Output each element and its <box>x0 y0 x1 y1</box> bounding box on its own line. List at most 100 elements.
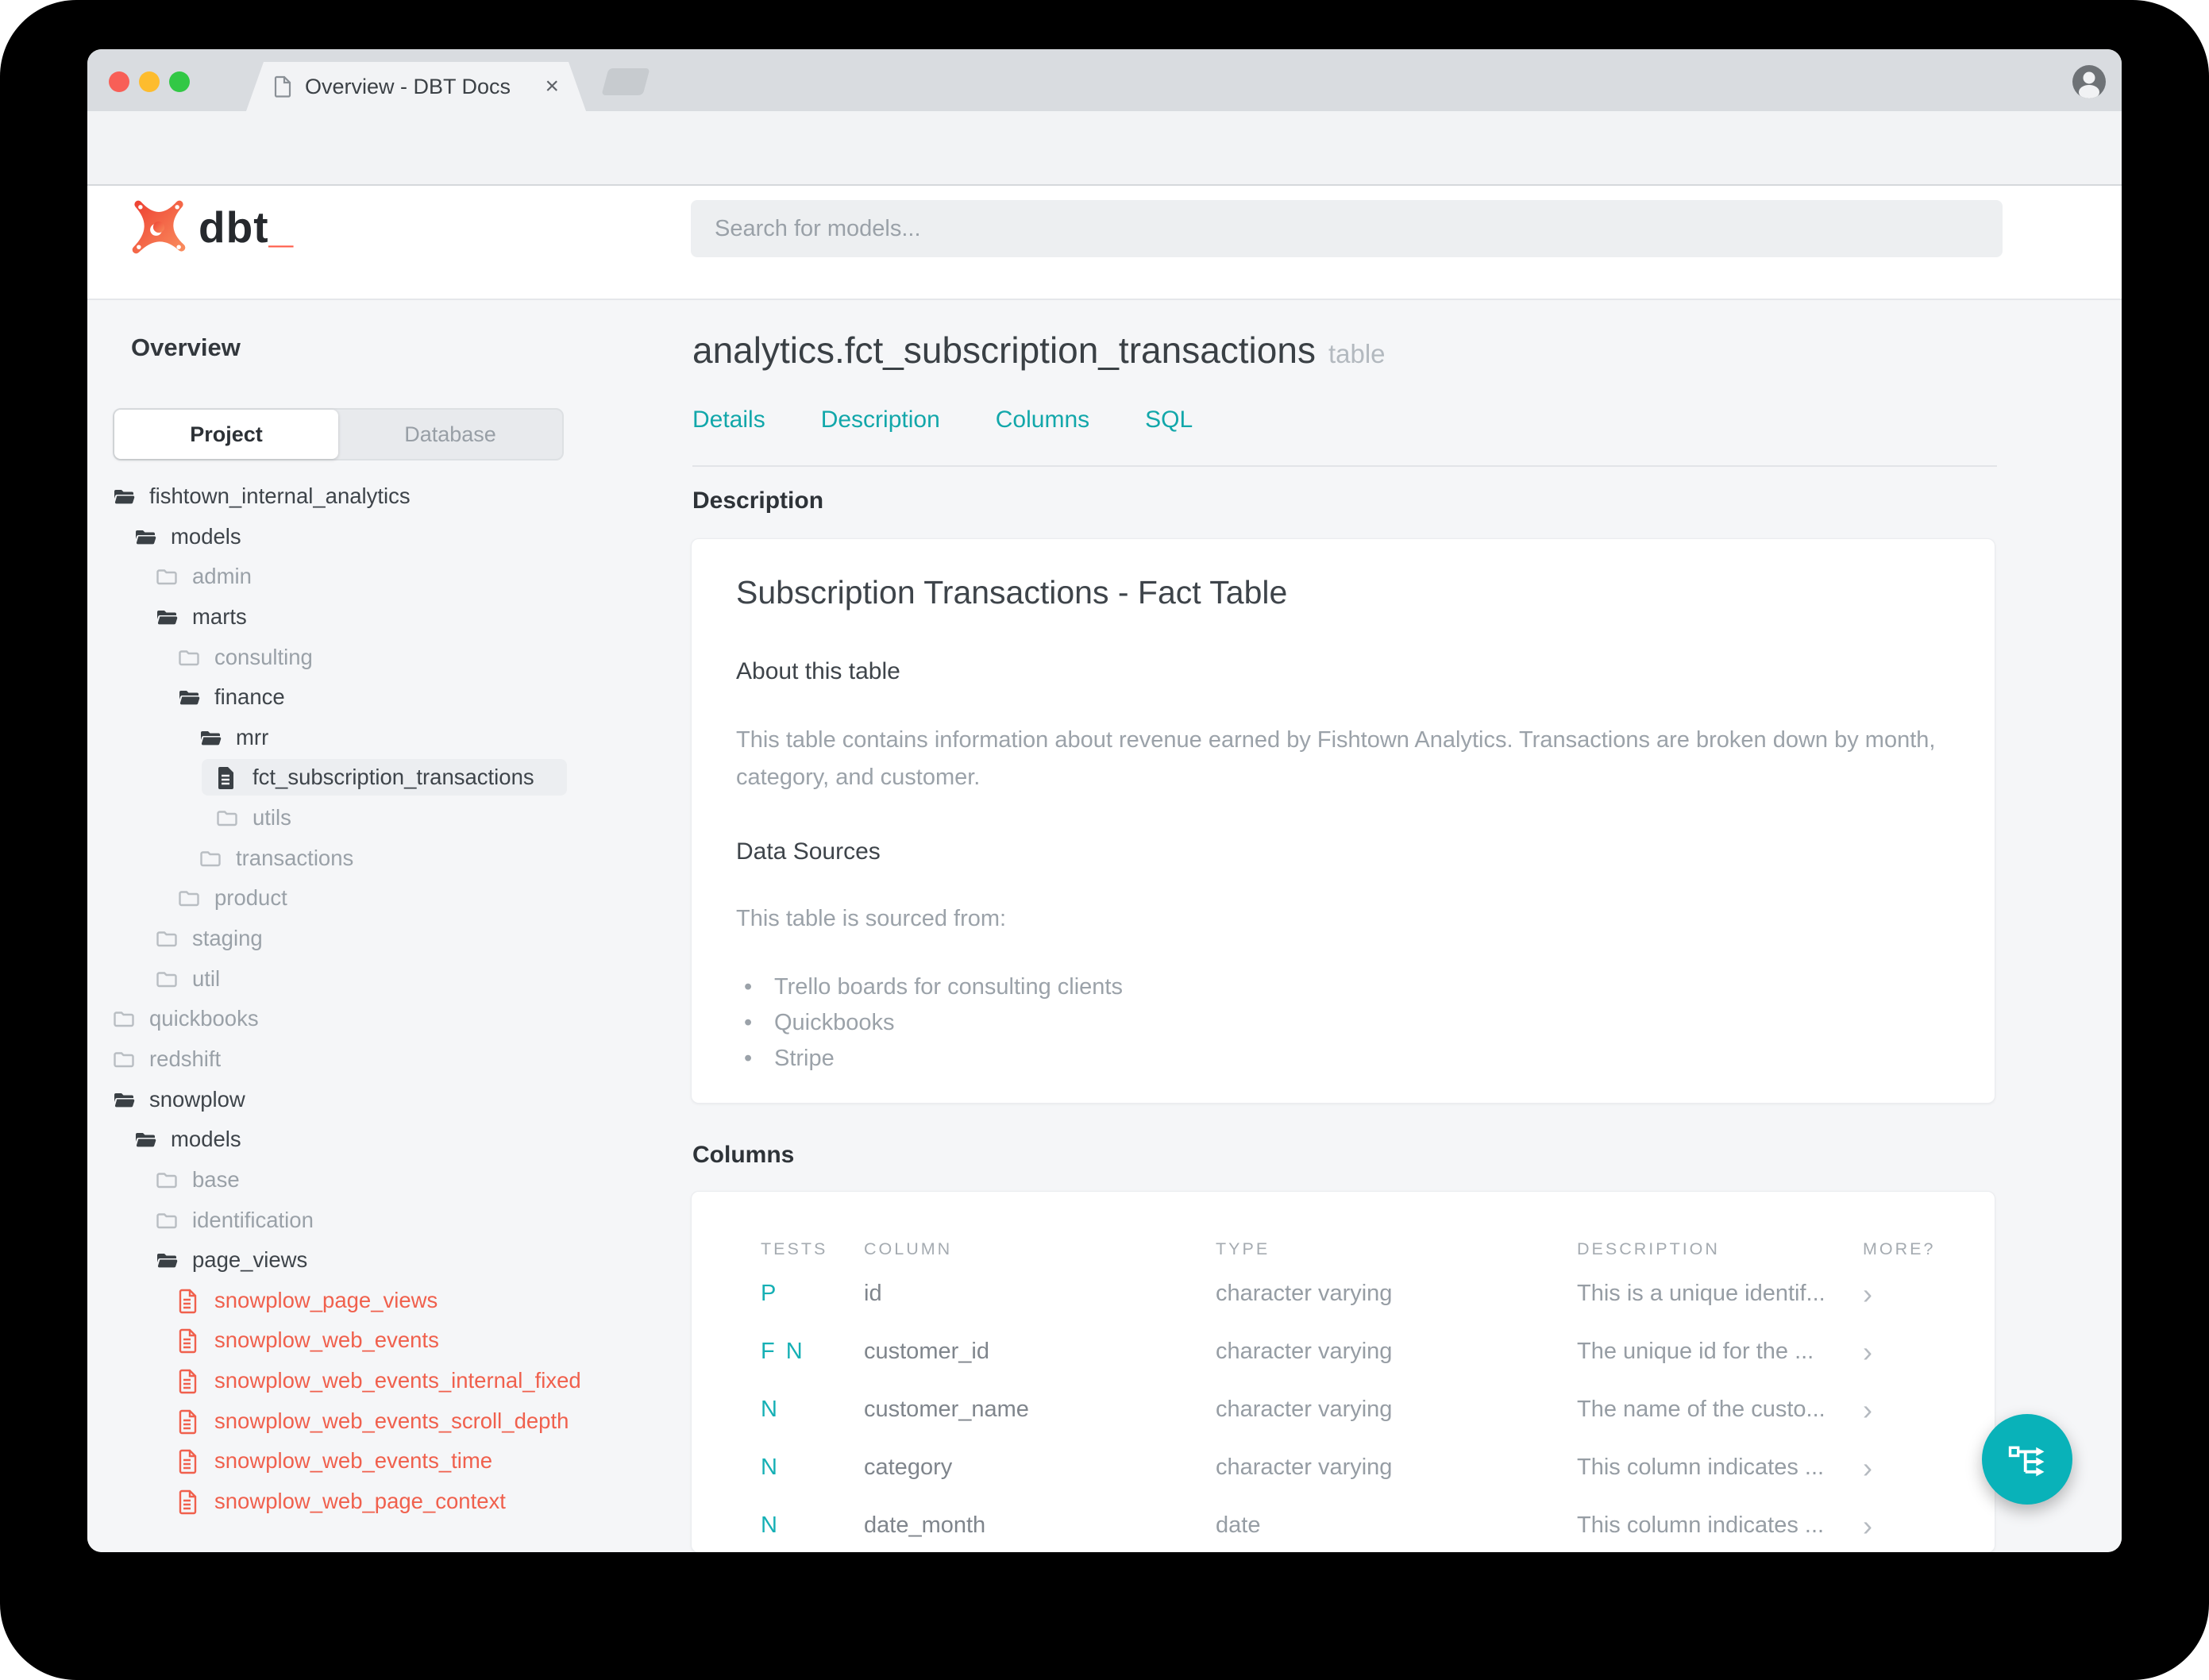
dbt-logo-underscore: _ <box>268 202 294 252</box>
tree-item-label: snowplow_web_events_internal_fixed <box>214 1368 581 1393</box>
description-section-heading: Description <box>692 487 824 514</box>
tree-item-label: snowplow_web_page_context <box>214 1489 506 1513</box>
tree-item-label: utils <box>253 805 291 830</box>
column-header-type: TYPE <box>1216 1239 1270 1258</box>
expand-row-chevron-icon[interactable]: › <box>1863 1511 1995 1540</box>
tree-item-identification[interactable]: identification <box>87 1200 602 1240</box>
tree-item-mrr[interactable]: mrr <box>87 718 602 757</box>
tree-item-models[interactable]: models <box>87 517 602 557</box>
tree-item-transactions[interactable]: transactions <box>87 838 602 878</box>
columns-card: TESTS COLUMN TYPE DESCRIPTION MORE? Pid chara… <box>691 1191 1995 1552</box>
model-file-icon <box>214 765 240 791</box>
tree-item-base[interactable]: base <box>87 1160 602 1200</box>
tree-item-consulting[interactable]: consulting <box>87 638 602 677</box>
browser-tab[interactable]: Overview - DBT Docs × <box>246 62 586 111</box>
lineage-graph-button[interactable] <box>1982 1414 2072 1505</box>
data-source-item: • Trello boards for consulting clients <box>744 969 1123 1005</box>
page-favicon-icon <box>273 75 292 98</box>
bullet-icon: • <box>744 974 753 1000</box>
app-header: dbt _ <box>87 186 2122 300</box>
tree-item-redshift[interactable]: redshift <box>87 1039 602 1079</box>
file-tree: fishtown_internal_analytics models admin ma… <box>87 300 611 1552</box>
expand-row-chevron-icon[interactable]: › <box>1863 1453 1995 1482</box>
column-row-id[interactable]: Pid character varying This is a unique ide… <box>692 1265 1995 1323</box>
folder-closed-icon <box>111 1007 137 1032</box>
data-source-label: Quickbooks <box>774 1010 895 1035</box>
expand-row-chevron-icon[interactable]: › <box>1863 1395 1995 1424</box>
tree-item-snowplow_web_events[interactable]: snowplow_web_events <box>87 1320 602 1360</box>
tree-item-snowplow_web_events_scroll_depth[interactable]: snowplow_web_events_scroll_depth <box>87 1401 602 1441</box>
column-header-tests: TESTS <box>761 1239 828 1258</box>
tree-item-util[interactable]: util <box>87 959 602 999</box>
tree-item-finance[interactable]: finance <box>87 677 602 717</box>
column-header-more: MORE? <box>1863 1239 1936 1258</box>
tree-item-snowplow_web_page_context[interactable]: snowplow_web_page_context <box>87 1482 602 1521</box>
folder-closed-icon <box>154 967 179 992</box>
tree-item-label: redshift <box>149 1046 222 1071</box>
screenshot-backdrop: Overview - DBT Docs × dbt _ Search for m… <box>0 0 2209 1680</box>
model-type-label: table <box>1328 339 1386 368</box>
model-file-error-icon <box>176 1489 202 1515</box>
window-minimize-button[interactable] <box>139 71 160 92</box>
folder-closed-icon <box>176 645 202 671</box>
tree-item-staging[interactable]: staging <box>87 919 602 958</box>
tree-item-marts[interactable]: marts <box>87 597 602 637</box>
dbt-logo-text: dbt <box>199 202 269 252</box>
tree-item-label: fishtown_internal_analytics <box>149 484 411 508</box>
model-nav-columns[interactable]: Columns <box>996 407 1089 433</box>
profile-avatar-icon[interactable] <box>2072 64 2107 99</box>
column-tests-badges: F N <box>761 1339 805 1364</box>
folder-closed-icon <box>154 564 179 590</box>
column-header-column: COLUMN <box>864 1239 953 1258</box>
column-tests-badges: N <box>761 1397 780 1422</box>
model-nav-sql[interactable]: SQL <box>1145 407 1193 433</box>
tree-item-snowplow_web_events_internal_fixed[interactable]: snowplow_web_events_internal_fixed <box>87 1361 602 1401</box>
column-tests-badges: P <box>761 1281 779 1306</box>
expand-row-chevron-icon[interactable]: › <box>1863 1337 1995 1366</box>
column-row-category[interactable]: Ncategory character varying This column in… <box>692 1439 1995 1497</box>
tree-item-quickbooks[interactable]: quickbooks <box>87 999 602 1038</box>
column-header-description: DESCRIPTION <box>1577 1239 1720 1258</box>
columns-table-body: Pid character varying This is a unique ide… <box>692 1265 1995 1552</box>
column-row-date_month[interactable]: Ndate_month date This column indicates ...… <box>692 1497 1995 1552</box>
dbt-logo[interactable]: dbt _ <box>132 200 293 254</box>
column-name: customer_id <box>864 1339 989 1364</box>
model-file-error-icon <box>176 1449 202 1474</box>
data-source-item: • Stripe <box>744 1041 1123 1077</box>
column-name: category <box>864 1455 953 1480</box>
model-file-error-icon <box>176 1369 202 1394</box>
new-tab-button[interactable] <box>601 68 650 95</box>
tree-item-snowplow[interactable]: snowplow <box>87 1080 602 1119</box>
model-nav-description[interactable]: Description <box>821 407 940 433</box>
column-type: date <box>1216 1512 1261 1538</box>
tree-item-label: marts <box>192 604 247 629</box>
window-close-button[interactable] <box>109 71 129 92</box>
model-file-error-icon <box>176 1409 202 1435</box>
folder-open-icon <box>133 1127 158 1153</box>
tree-item-label: consulting <box>214 645 313 669</box>
model-nav: Details Description Columns SQL <box>692 407 1193 433</box>
about-heading: About this table <box>736 658 900 684</box>
tree-item-admin[interactable]: admin <box>87 557 602 596</box>
column-row-customer_id[interactable]: F N customer_id character varying The uniqu… <box>692 1323 1995 1381</box>
window-zoom-button[interactable] <box>169 71 190 92</box>
tree-item-snowplow_page_views[interactable]: snowplow_page_views <box>87 1281 602 1320</box>
tree-item-utils[interactable]: utils <box>87 798 602 838</box>
columns-table-header: TESTS COLUMN TYPE DESCRIPTION MORE? <box>692 1233 1995 1265</box>
tree-item-fct_subscription_transactions[interactable]: fct_subscription_transactions <box>87 757 602 797</box>
browser-toolbar: localhost:8080/index.html#!/model/model.… <box>87 111 2122 233</box>
tab-close-icon[interactable]: × <box>545 75 559 98</box>
tree-item-page_views[interactable]: page_views <box>87 1240 602 1280</box>
tree-item-snowplow_web_events_time[interactable]: snowplow_web_events_time <box>87 1441 602 1481</box>
search-input[interactable] <box>691 200 2003 257</box>
column-row-customer_name[interactable]: Ncustomer_name character varying The name … <box>692 1381 1995 1439</box>
tree-item-label: staging <box>192 926 263 950</box>
model-nav-details[interactable]: Details <box>692 407 765 433</box>
folder-closed-icon <box>154 927 179 952</box>
tree-item-fishtown_internal_analytics[interactable]: fishtown_internal_analytics <box>87 476 602 516</box>
tree-item-product[interactable]: product <box>87 878 602 918</box>
expand-row-chevron-icon[interactable]: › <box>1863 1279 1995 1308</box>
tree-item-models[interactable]: models <box>87 1119 602 1159</box>
folder-open-icon <box>133 525 158 550</box>
folder-closed-icon <box>176 886 202 911</box>
